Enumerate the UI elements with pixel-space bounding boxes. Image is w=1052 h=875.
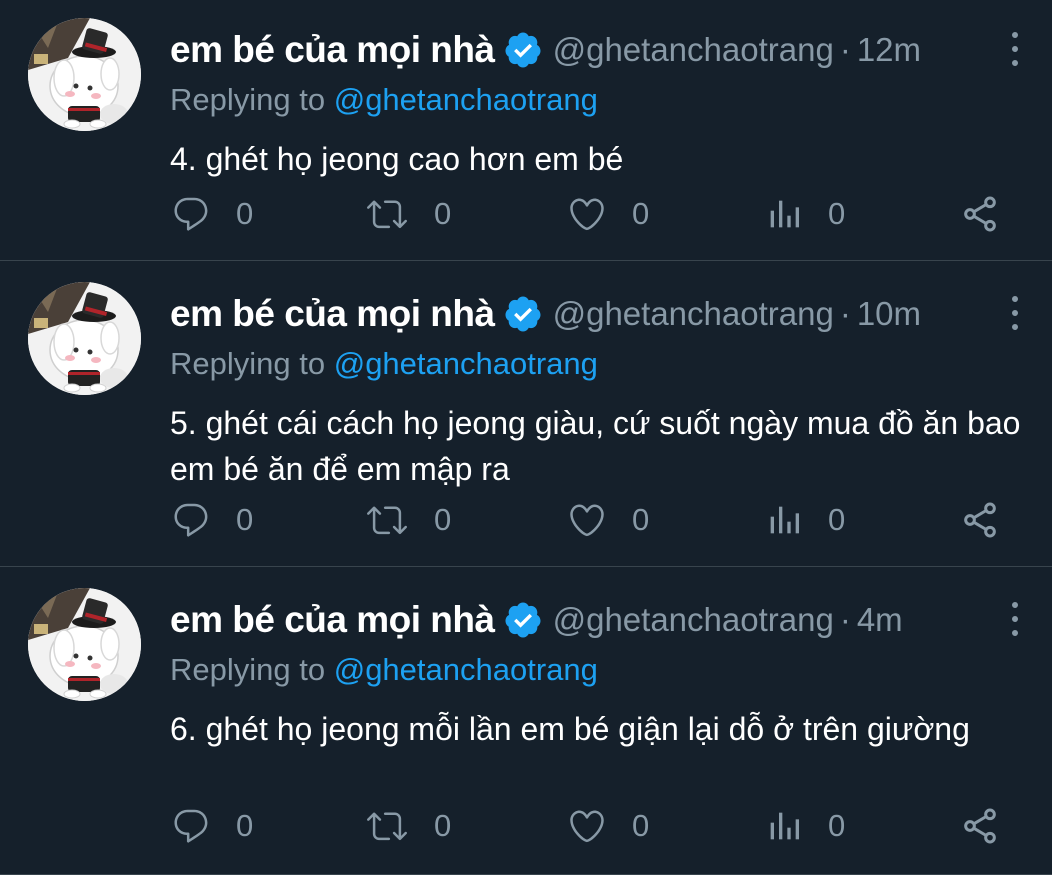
reply-count: 0 (236, 808, 254, 843)
tweet-header: em bé của mọi nhà @ghetanchaotrang · 12m (170, 22, 921, 78)
replying-to-label: Replying to (170, 652, 326, 687)
retweet-icon (367, 200, 407, 229)
handle[interactable]: @ghetanchaotrang (553, 601, 834, 639)
action-bar: 0 0 0 0 (170, 498, 1030, 542)
avatar[interactable] (28, 282, 141, 395)
share-icon (964, 502, 996, 538)
verified-badge-icon (503, 30, 543, 70)
more-vertical-icon[interactable] (1006, 296, 1024, 330)
tweet[interactable]: em bé của mọi nhà @ghetanchaotrang · 12m… (0, 18, 1052, 260)
share-button[interactable] (960, 192, 1000, 236)
reply-bubble-icon (174, 809, 208, 843)
retweet-button[interactable]: 0 (364, 804, 451, 848)
heart-icon (570, 198, 604, 231)
display-name[interactable]: em bé của mọi nhà (170, 599, 495, 641)
heart-icon (570, 504, 604, 537)
views-button[interactable]: 0 (764, 192, 845, 236)
share-icon (964, 196, 996, 232)
views-count: 0 (828, 196, 846, 231)
more-vertical-icon[interactable] (1006, 32, 1024, 66)
display-name[interactable]: em bé của mọi nhà (170, 29, 495, 71)
replying-to: Replying to @ghetanchaotrang (170, 346, 598, 382)
separator-dot: · (839, 601, 851, 638)
replying-to-mention[interactable]: @ghetanchaotrang (334, 652, 598, 687)
replying-to-mention[interactable]: @ghetanchaotrang (334, 346, 598, 381)
handle[interactable]: @ghetanchaotrang (553, 295, 834, 333)
tweet[interactable]: em bé của mọi nhà @ghetanchaotrang · 4m … (0, 588, 1052, 874)
bar-chart-icon (770, 812, 799, 840)
replying-to: Replying to @ghetanchaotrang (170, 652, 598, 688)
avatar[interactable] (28, 18, 141, 131)
reply-count: 0 (236, 502, 254, 537)
display-name[interactable]: em bé của mọi nhà (170, 293, 495, 335)
tweet[interactable]: em bé của mọi nhà @ghetanchaotrang · 10m… (0, 282, 1052, 566)
like-button[interactable]: 0 (566, 192, 649, 236)
replying-to-mention[interactable]: @ghetanchaotrang (334, 82, 598, 117)
tweet-text: 6. ghét họ jeong mỗi lần em bé giận lại … (170, 711, 970, 747)
like-count: 0 (632, 196, 650, 231)
replying-to: Replying to @ghetanchaotrang (170, 82, 598, 118)
views-count: 0 (828, 808, 846, 843)
retweet-count: 0 (434, 808, 452, 843)
timestamp[interactable]: 10m (857, 295, 921, 333)
tweet-header: em bé của mọi nhà @ghetanchaotrang · 4m (170, 592, 903, 648)
like-count: 0 (632, 808, 650, 843)
heart-icon (570, 810, 604, 843)
retweet-button[interactable]: 0 (364, 192, 451, 236)
retweet-icon (367, 812, 407, 841)
views-button[interactable]: 0 (764, 804, 845, 848)
reply-button[interactable]: 0 (170, 192, 253, 236)
tweet-text: 5. ghét cái cách họ jeong giàu, cứ suốt … (170, 405, 1021, 487)
share-button[interactable] (960, 804, 1000, 848)
avatar-image (28, 18, 141, 131)
timestamp[interactable]: 4m (857, 601, 903, 639)
retweet-count: 0 (434, 196, 452, 231)
avatar-image (28, 588, 141, 701)
reply-bubble-icon (174, 197, 208, 231)
like-button[interactable]: 0 (566, 498, 649, 542)
like-count: 0 (632, 502, 650, 537)
avatar-image (28, 282, 141, 395)
action-bar: 0 0 0 0 (170, 804, 1030, 848)
share-icon (964, 808, 996, 844)
bar-chart-icon (770, 506, 799, 534)
verified-badge-icon (503, 600, 543, 640)
reply-button[interactable]: 0 (170, 804, 253, 848)
verified-badge-icon (503, 294, 543, 334)
views-button[interactable]: 0 (764, 498, 845, 542)
reply-button[interactable]: 0 (170, 498, 253, 542)
action-bar: 0 0 0 0 (170, 192, 1030, 236)
retweet-count: 0 (434, 502, 452, 537)
tweet-divider (0, 260, 1052, 261)
retweet-button[interactable]: 0 (364, 498, 451, 542)
reply-bubble-icon (174, 503, 208, 537)
replying-to-label: Replying to (170, 346, 326, 381)
bar-chart-icon (770, 200, 799, 228)
share-button[interactable] (960, 498, 1000, 542)
replying-to-label: Replying to (170, 82, 326, 117)
more-vertical-icon[interactable] (1006, 602, 1024, 636)
timeline: em bé của mọi nhà @ghetanchaotrang · 12m… (0, 0, 1052, 875)
timestamp[interactable]: 12m (857, 31, 921, 69)
tweet-header: em bé của mọi nhà @ghetanchaotrang · 10m (170, 286, 921, 342)
separator-dot: · (839, 295, 851, 332)
like-button[interactable]: 0 (566, 804, 649, 848)
views-count: 0 (828, 502, 846, 537)
handle[interactable]: @ghetanchaotrang (553, 31, 834, 69)
tweet-text: 4. ghét họ jeong cao hơn em bé (170, 141, 624, 177)
avatar[interactable] (28, 588, 141, 701)
tweet-divider (0, 566, 1052, 567)
reply-count: 0 (236, 196, 254, 231)
separator-dot: · (839, 31, 851, 68)
retweet-icon (367, 506, 407, 535)
